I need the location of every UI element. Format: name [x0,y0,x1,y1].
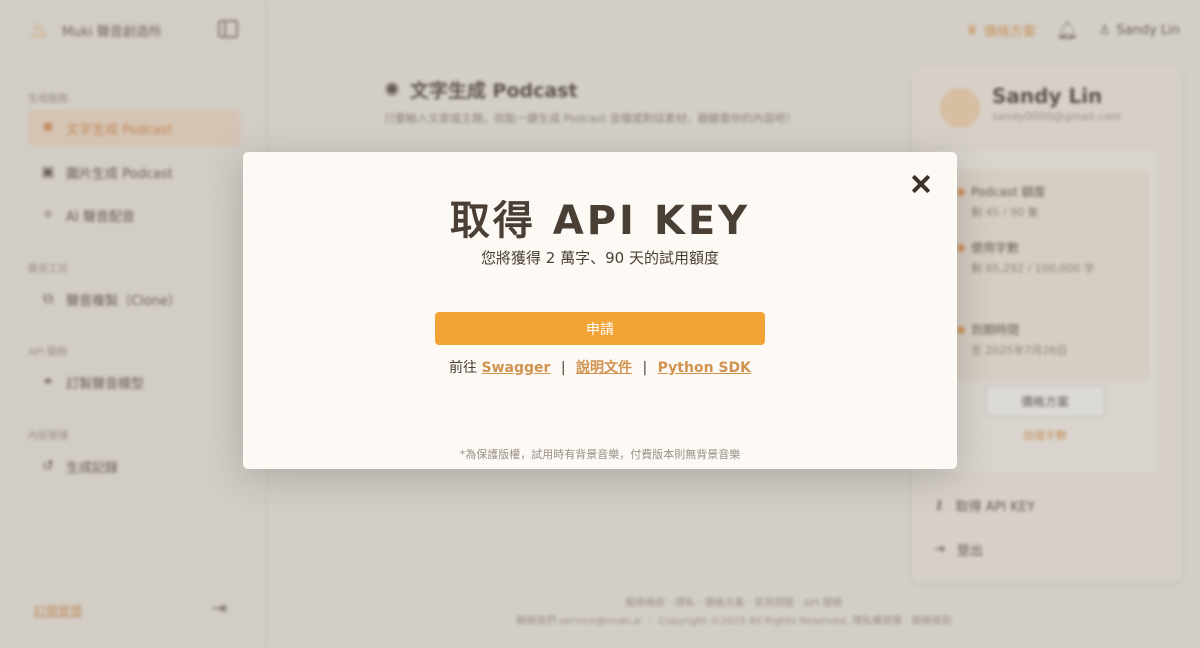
copyright-note: *為保護版權，試用時有背景音樂，付費版本則無背景音樂 [459,448,741,461]
apply-button[interactable]: 申請 [435,312,765,345]
modal-title: 取得 API KEY [449,198,751,244]
docs-link[interactable]: 說明文件 [576,360,632,376]
swagger-link[interactable]: Swagger [481,360,550,376]
link-separator: | [560,360,566,376]
docs-links: 前往 Swagger | 說明文件 | Python SDK [243,357,957,377]
api-key-modal: 取得 API KEY 您將獲得 2 萬字、90 天的試用額度 申請 前往 Swa… [243,152,957,469]
python-sdk-link[interactable]: Python SDK [658,360,751,376]
links-prefix: 前往 [449,360,478,376]
modal-subtitle: 您將獲得 2 萬字、90 天的試用額度 [481,249,719,267]
link-separator: | [642,360,648,376]
